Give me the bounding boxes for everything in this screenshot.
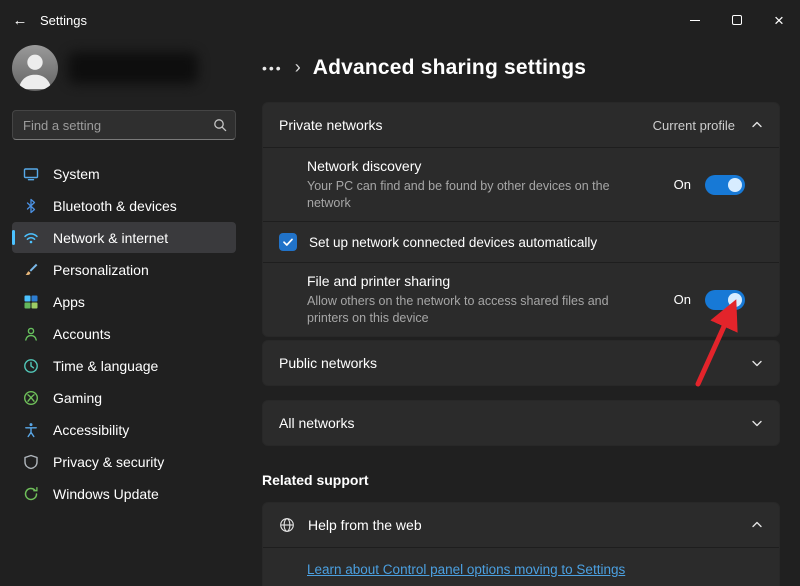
main-content: ••• › Advanced sharing settings Private … [248, 40, 800, 586]
sidebar-item-label: Personalization [53, 262, 149, 278]
sidebar-item-time-language[interactable]: Time & language [12, 350, 236, 381]
all-networks-header[interactable]: All networks [263, 401, 779, 445]
close-icon: × [774, 12, 784, 29]
sidebar-item-label: Network & internet [53, 230, 168, 246]
file-printer-sharing-title: File and printer sharing [307, 272, 642, 291]
help-from-web-title: Help from the web [308, 517, 422, 533]
sidebar-item-apps[interactable]: Apps [12, 286, 236, 317]
all-networks-title: All networks [279, 415, 354, 431]
sidebar-item-label: Accounts [53, 326, 111, 342]
private-networks-title: Private networks [279, 117, 382, 133]
search-box [12, 110, 236, 140]
private-networks-header[interactable]: Private networks Current profile [263, 103, 779, 147]
maximize-icon [732, 15, 742, 25]
search-input[interactable] [12, 110, 236, 140]
avatar [12, 45, 58, 91]
sidebar-item-label: System [53, 166, 100, 182]
sidebar-item-gaming[interactable]: Gaming [12, 382, 236, 413]
sidebar-item-label: Gaming [53, 390, 102, 406]
help-from-web-header[interactable]: Help from the web [263, 503, 779, 547]
sidebar-item-privacy-security[interactable]: Privacy & security [12, 446, 236, 477]
sidebar-item-windows-update[interactable]: Windows Update [12, 478, 236, 509]
network-discovery-toggle-label: On [674, 177, 691, 192]
bluetooth-icon [23, 198, 39, 214]
sidebar-nav: System Bluetooth & devices Network & int… [12, 158, 236, 509]
sidebar-item-bluetooth-devices[interactable]: Bluetooth & devices [12, 190, 236, 221]
file-printer-sharing-toggle[interactable] [705, 290, 745, 310]
back-arrow-icon: ← [13, 12, 28, 29]
auto-setup-devices-checkbox[interactable] [279, 233, 297, 251]
settings-window: ← Settings × [0, 0, 800, 586]
network-discovery-toggle[interactable] [705, 175, 745, 195]
all-networks-card: All networks [262, 400, 780, 446]
related-support-heading: Related support [262, 472, 780, 488]
window-controls: × [674, 0, 800, 40]
sidebar-item-label: Windows Update [53, 486, 159, 502]
toggle-knob [728, 293, 742, 307]
gaming-icon [23, 390, 39, 406]
file-printer-sharing-toggle-label: On [674, 292, 691, 307]
file-printer-sharing-row: File and printer sharing Allow others on… [263, 262, 779, 336]
chevron-right-icon: › [295, 58, 301, 79]
auto-setup-devices-row: Set up network connected devices automat… [263, 221, 779, 262]
chevron-up-icon[interactable] [751, 519, 763, 531]
sidebar-item-accessibility[interactable]: Accessibility [12, 414, 236, 445]
titlebar: ← Settings × [0, 0, 800, 40]
privacy-security-icon [23, 454, 39, 470]
help-link-row: Learn about Control panel options moving… [263, 547, 779, 586]
window-title: Settings [40, 13, 87, 28]
network-discovery-description: Your PC can find and be found by other d… [307, 178, 642, 212]
help-from-web-card: Help from the web Learn about Control pa… [262, 502, 780, 586]
globe-icon [279, 517, 295, 533]
sidebar-item-personalization[interactable]: Personalization [12, 254, 236, 285]
sidebar-item-label: Accessibility [53, 422, 129, 438]
page-title: Advanced sharing settings [313, 56, 586, 80]
apps-icon [23, 294, 39, 310]
network-icon [23, 230, 39, 246]
control-panel-options-link[interactable]: Learn about Control panel options moving… [307, 562, 625, 577]
sidebar-item-accounts[interactable]: Accounts [12, 318, 236, 349]
chevron-down-icon[interactable] [751, 417, 763, 429]
system-icon [23, 166, 39, 182]
accessibility-icon [23, 422, 39, 438]
windows-update-icon [23, 486, 39, 502]
minimize-button[interactable] [674, 0, 716, 40]
toggle-knob [728, 178, 742, 192]
network-discovery-row: Network discovery Your PC can find and b… [263, 147, 779, 221]
back-button[interactable]: ← [0, 0, 40, 40]
minimize-icon [690, 20, 700, 21]
personalization-icon [23, 262, 39, 278]
user-name-redacted [68, 52, 198, 84]
file-printer-sharing-description: Allow others on the network to access sh… [307, 293, 642, 327]
private-networks-card: Private networks Current profile Network… [262, 102, 780, 337]
chevron-up-icon[interactable] [751, 119, 763, 131]
sidebar-item-system[interactable]: System [12, 158, 236, 189]
breadcrumb: ••• › Advanced sharing settings [262, 50, 780, 86]
close-button[interactable]: × [758, 0, 800, 40]
sidebar-item-label: Privacy & security [53, 454, 164, 470]
sidebar-item-label: Time & language [53, 358, 158, 374]
sidebar-item-network-internet[interactable]: Network & internet [12, 222, 236, 253]
auto-setup-devices-label: Set up network connected devices automat… [309, 235, 597, 250]
network-discovery-title: Network discovery [307, 157, 642, 176]
accounts-icon [23, 326, 39, 342]
user-profile[interactable] [12, 42, 236, 94]
time-language-icon [23, 358, 39, 374]
public-networks-title: Public networks [279, 355, 377, 371]
chevron-down-icon[interactable] [751, 357, 763, 369]
public-networks-header[interactable]: Public networks [263, 341, 779, 385]
public-networks-card: Public networks [262, 340, 780, 386]
current-profile-badge: Current profile [653, 118, 735, 133]
search-icon [212, 117, 228, 133]
sidebar-item-label: Bluetooth & devices [53, 198, 177, 214]
sidebar-item-label: Apps [53, 294, 85, 310]
breadcrumb-ellipsis-button[interactable]: ••• [262, 60, 283, 76]
sidebar: System Bluetooth & devices Network & int… [0, 40, 248, 586]
maximize-button[interactable] [716, 0, 758, 40]
